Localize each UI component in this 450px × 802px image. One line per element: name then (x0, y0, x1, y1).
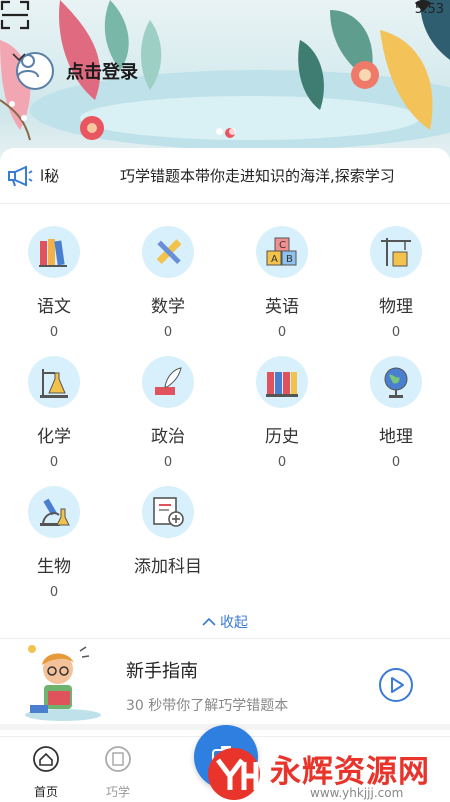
login-row[interactable]: 点击登录 (12, 52, 138, 90)
subject-name: 数学 (151, 297, 185, 317)
subject-count: 0 (49, 325, 59, 340)
subject-count: 0 (391, 325, 401, 340)
subject-name: 历史 (265, 427, 299, 447)
chevron-down-icon[interactable] (12, 52, 26, 62)
quill-icon (142, 356, 194, 408)
globe-icon (370, 356, 422, 408)
subject-name: 物理 (379, 297, 413, 317)
subject-item-chinese[interactable]: 语文 0 (4, 226, 104, 340)
svg-text:A: A (271, 254, 278, 265)
status-bar: 5:53 (414, 0, 450, 18)
history-books-icon (256, 356, 308, 408)
subject-name: 语文 (37, 297, 71, 317)
subject-item-history[interactable]: 历史 0 (232, 356, 332, 470)
guide-title: 新手指南 (126, 661, 198, 682)
add-subject-label: 添加科目 (134, 557, 202, 577)
svg-text:C: C (279, 240, 286, 251)
notice-text: 巧学错题本带你走进知识的海洋,探索学习 (120, 167, 395, 185)
subject-item-biology[interactable]: 生物 0 (4, 486, 104, 600)
add-book-icon (142, 486, 194, 538)
reading-kid-illustration (25, 645, 101, 721)
subject-count: 0 (163, 325, 173, 340)
guide-subtitle: 30 秒带你了解巧学错题本 (126, 698, 289, 714)
subject-name: 化学 (37, 427, 71, 447)
subject-count: 0 (277, 455, 287, 470)
abc-blocks-icon: ABC (256, 226, 308, 278)
login-label[interactable]: 点击登录 (66, 58, 138, 84)
subject-name: 英语 (265, 297, 299, 317)
collapse-toggle[interactable]: 收起 (0, 612, 450, 632)
svg-text:B: B (286, 254, 293, 265)
home-icon (33, 746, 59, 772)
nav-home-label: 首页 (33, 785, 58, 799)
nav-study[interactable]: 巧学 (93, 745, 143, 800)
crane-icon (370, 226, 422, 278)
subject-count: 0 (391, 455, 401, 470)
subject-count: 0 (277, 325, 287, 340)
subject-name: 生物 (37, 557, 71, 577)
watermark: 永辉资源网 www.yhkjjj.com (200, 744, 450, 802)
wifi-icon (414, 0, 431, 12)
scan-icon[interactable] (0, 0, 30, 30)
notice-bar[interactable]: l秘 巧学错题本带你走进知识的海洋,探索学习 (0, 148, 450, 204)
chevron-up-icon (202, 617, 216, 626)
beginner-guide-card[interactable]: 新手指南 30 秒带你了解巧学错题本 (0, 638, 450, 730)
nav-home[interactable]: 首页 (21, 745, 71, 800)
notice-text-tail: l秘 (40, 167, 60, 185)
subject-count: 0 (163, 455, 173, 470)
subject-item-chemistry[interactable]: 化学 0 (4, 356, 104, 470)
watermark-url: www.yhkjjj.com (310, 786, 404, 800)
subject-item-physics[interactable]: 物理 0 (346, 226, 446, 340)
subject-count: 0 (49, 585, 59, 600)
collapse-label: 收起 (220, 615, 248, 631)
study-icon (105, 746, 131, 772)
watermark-logo (208, 748, 260, 800)
subject-item-math[interactable]: 数学 0 (118, 226, 218, 340)
carousel-dots (216, 128, 236, 135)
nav-study-label: 巧学 (105, 785, 130, 799)
carousel-dot (229, 128, 236, 135)
microscope-icon (28, 486, 80, 538)
subject-item-politics[interactable]: 政治 0 (118, 356, 218, 470)
books-icon (28, 226, 80, 278)
add-subject-button[interactable]: 添加科目 (118, 486, 218, 577)
ruler-pencil-icon (142, 226, 194, 278)
watermark-brand: 永辉资源网 (270, 754, 430, 790)
flask-icon (28, 356, 80, 408)
subject-count: 0 (49, 455, 59, 470)
top-banner[interactable]: 5:53 点击登录 (0, 0, 450, 160)
subject-item-geography[interactable]: 地理 0 (346, 356, 446, 470)
play-icon[interactable] (378, 667, 414, 703)
subject-item-english[interactable]: ABC 英语 0 (232, 226, 332, 340)
carousel-dot (216, 128, 223, 135)
subject-name: 地理 (379, 427, 413, 447)
megaphone-icon (8, 164, 33, 187)
subject-name: 政治 (151, 427, 185, 447)
